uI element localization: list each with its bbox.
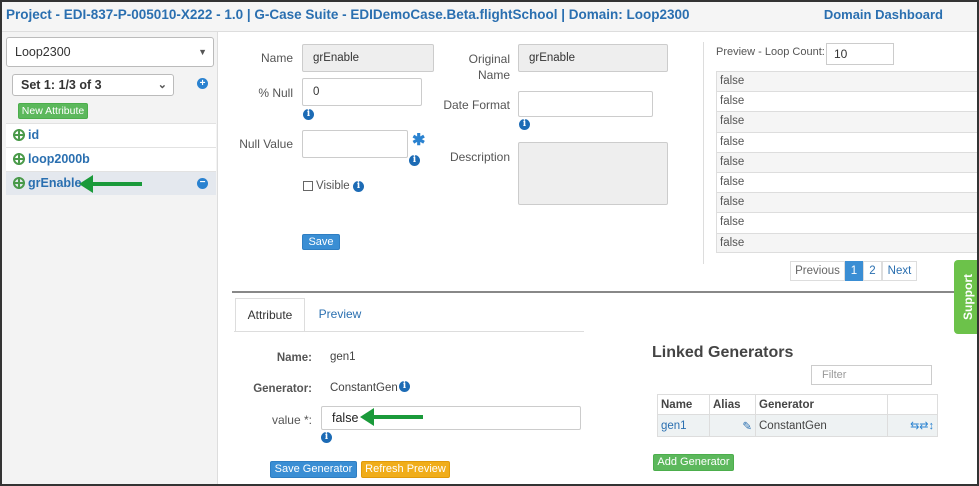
attribute-label: grEnable — [28, 176, 82, 190]
filter-input[interactable]: Filter — [811, 365, 932, 385]
original-name-label: Original Name — [442, 51, 510, 83]
support-tab[interactable]: Support — [954, 260, 977, 334]
linked-generators-title: Linked Generators — [652, 344, 794, 361]
chevron-down-icon: ⌄ — [157, 79, 167, 91]
column-header-name: Name — [657, 394, 710, 415]
add-set-icon[interactable]: + — [197, 78, 208, 89]
set-select-value: Set 1: 1/3 of 3 — [21, 78, 102, 92]
info-icon[interactable]: i — [321, 432, 332, 443]
save-button[interactable]: Save — [302, 234, 340, 250]
description-label: Description — [449, 150, 510, 164]
new-attribute-button[interactable]: New Attribute — [18, 103, 88, 119]
generator-name-label: Name: — [276, 352, 312, 364]
date-format-field[interactable] — [518, 91, 653, 117]
preview-row: false — [716, 131, 977, 152]
preview-row: false — [716, 91, 977, 112]
sort-icon[interactable]: ↕ — [929, 420, 935, 432]
pager-page-1[interactable]: 1 — [845, 261, 863, 281]
section-divider — [232, 291, 976, 293]
original-label-line1: Original — [468, 52, 510, 66]
move-icon — [13, 129, 25, 141]
table-header-row: Name Alias Generator — [657, 394, 938, 415]
description-field[interactable] — [518, 142, 668, 205]
info-icon[interactable]: i — [353, 181, 364, 192]
preview-row: false — [716, 151, 977, 172]
divider — [703, 42, 704, 264]
attribute-label: id — [28, 128, 40, 142]
preview-row: false — [716, 171, 977, 193]
generator-type-label: Generator: — [253, 383, 312, 395]
info-icon[interactable]: i — [303, 109, 314, 120]
move-icon — [13, 177, 25, 189]
attribute-label: loop2000b — [28, 152, 90, 166]
preview-loop-count-label: Preview - Loop Count: — [716, 46, 825, 58]
visible-label: Visible — [316, 180, 350, 192]
tab-underline — [234, 331, 584, 332]
name-label: Name — [260, 51, 293, 65]
column-header-generator: Generator — [755, 394, 888, 415]
pager-next[interactable]: Next — [882, 261, 917, 281]
pencil-icon[interactable]: ✎ — [742, 421, 752, 433]
pager-previous[interactable]: Previous — [790, 261, 845, 281]
add-generator-button[interactable]: Add Generator — [653, 454, 734, 471]
loop-count-input[interactable]: 10 — [826, 43, 894, 65]
name-field[interactable]: grEnable — [302, 44, 434, 72]
domain-select[interactable]: Loop2300 ▼ — [6, 37, 214, 67]
set-select[interactable]: Set 1: 1/3 of 3 ⌄ — [12, 74, 174, 96]
info-icon[interactable]: i — [519, 119, 530, 130]
refresh-preview-button[interactable]: Refresh Preview — [361, 461, 450, 478]
preview-list: false false false false false false fals… — [716, 71, 977, 253]
value-label: value *: — [271, 413, 312, 427]
null-percent-field[interactable]: 0 — [302, 78, 422, 106]
preview-row: false — [716, 71, 977, 92]
support-label: Support — [960, 274, 975, 320]
column-header-alias: Alias — [709, 394, 756, 415]
move-icon — [13, 153, 25, 165]
original-label-line2: Name — [477, 68, 510, 82]
preview-row: false — [716, 232, 977, 253]
actions-cell: ⇆⇄↕ — [887, 414, 938, 437]
generator-name-value: gen1 — [330, 351, 356, 363]
swap-icon[interactable]: ⇄ — [919, 420, 928, 432]
domain-dashboard-link[interactable]: Domain Dashboard — [824, 7, 943, 22]
remove-attribute-icon[interactable]: − — [197, 178, 208, 189]
generator-name-link[interactable]: gen1 — [657, 414, 710, 437]
pager-page-2[interactable]: 2 — [863, 261, 882, 281]
annotation-arrow-icon — [360, 408, 423, 426]
tab-preview[interactable]: Preview — [307, 298, 373, 332]
domain-select-value: Loop2300 — [15, 45, 71, 59]
attribute-item-loop2000b[interactable]: loop2000b — [6, 147, 216, 171]
info-icon[interactable]: i — [409, 155, 420, 166]
preview-row: false — [716, 111, 977, 132]
null-percent-label: % Null — [258, 86, 293, 100]
date-format-label: Date Format — [443, 98, 510, 112]
header-bar: Project - EDI-837-P-005010-X222 - 1.0 | … — [2, 2, 977, 32]
generator-cell: ConstantGen — [755, 414, 888, 437]
generator-type-value: ConstantGen — [330, 382, 398, 394]
info-icon[interactable]: i — [399, 381, 410, 392]
alias-cell: ✎ — [709, 414, 756, 437]
column-header-actions — [887, 394, 938, 415]
table-row: gen1 ✎ ConstantGen ⇆⇄↕ — [657, 414, 938, 437]
annotation-arrow-icon — [79, 175, 142, 193]
linked-generators-table: Name Alias Generator gen1 ✎ ConstantGen … — [657, 394, 938, 437]
tab-attribute[interactable]: Attribute — [235, 298, 305, 332]
chevron-down-icon: ▼ — [198, 47, 207, 57]
link-icon[interactable]: ⇆ — [910, 420, 919, 432]
sidebar: Loop2300 ▼ Set 1: 1/3 of 3 ⌄ + New Attri… — [2, 32, 218, 484]
app-frame: Project - EDI-837-P-005010-X222 - 1.0 | … — [0, 0, 979, 486]
save-generator-button[interactable]: Save Generator — [270, 461, 357, 478]
attribute-item-id[interactable]: id — [6, 123, 216, 147]
preview-row: false — [716, 212, 977, 233]
preview-row: false — [716, 192, 977, 213]
original-name-field[interactable]: grEnable — [518, 44, 668, 72]
asterisk-icon: ✱ — [412, 132, 426, 149]
visible-checkbox[interactable] — [303, 181, 313, 191]
null-value-label: Null Value — [239, 137, 293, 151]
null-value-field[interactable] — [302, 130, 408, 158]
page-title: Project - EDI-837-P-005010-X222 - 1.0 | … — [6, 7, 690, 22]
